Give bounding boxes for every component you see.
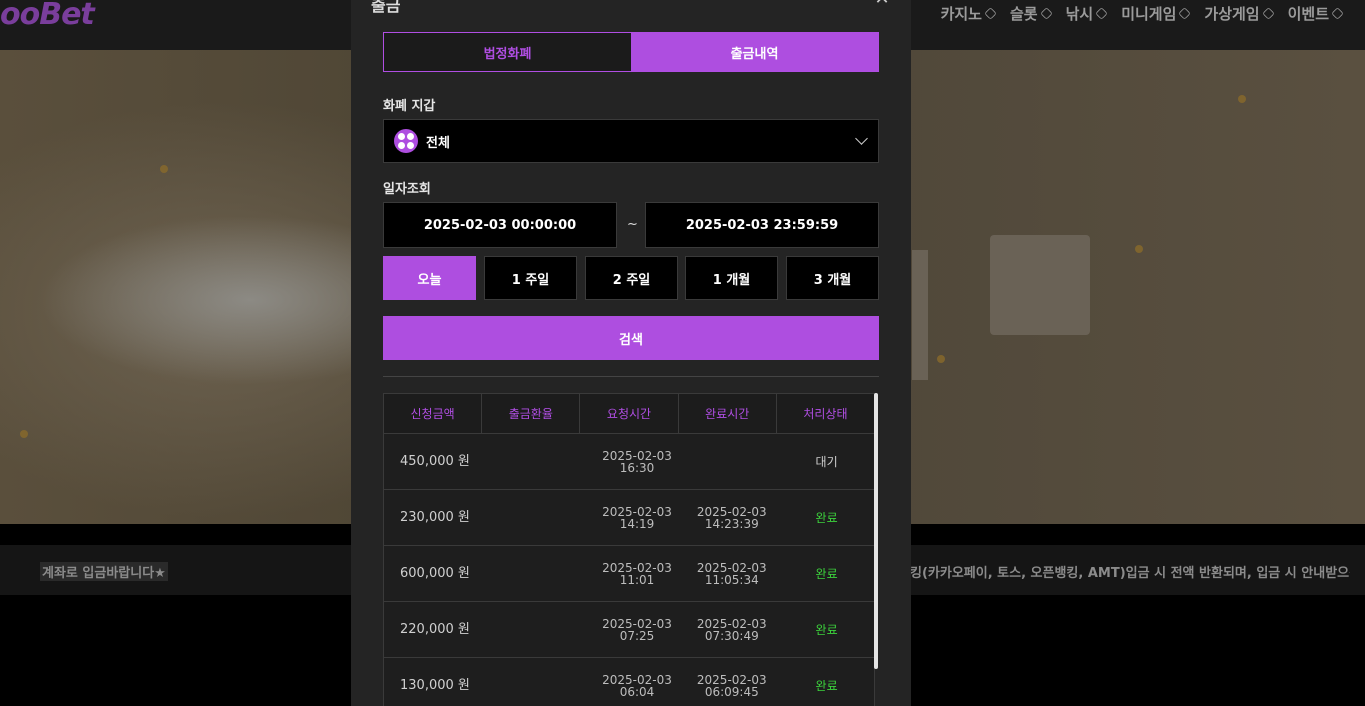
table-row: 230,000 원 2025-02-03 14:19 2025-02-03 14:2… — [384, 490, 874, 546]
status-cell: 완료 — [815, 566, 838, 581]
column-header: 완료시간 — [679, 394, 777, 433]
chevron-down-icon — [1331, 7, 1344, 20]
hero-sparkle — [160, 165, 168, 173]
status-cell: 완료 — [815, 622, 838, 637]
table-header: 신청금액 출금환율 요청시간 완료시간 처리상태 — [384, 394, 874, 434]
completed-time-cell: 2025-02-03 11:05:34 — [696, 560, 767, 587]
date-from-input[interactable]: 2025-02-03 00:00:00 — [383, 202, 617, 248]
chevron-down-icon — [1261, 7, 1275, 20]
date-separator: ~ — [627, 217, 638, 232]
site-logo[interactable]: ooBet — [0, 0, 95, 30]
nav-label: 미니게임 — [1121, 5, 1177, 23]
amount-cell: 450,000 원 — [400, 453, 470, 469]
requested-time-cell: 2025-02-03 11:01 — [602, 560, 672, 587]
chevron-down-icon — [855, 132, 868, 145]
hero-sparkle — [1135, 245, 1143, 253]
quick-1month-button[interactable]: 1 개월 — [685, 256, 778, 300]
completed-time-cell: 2025-02-03 07:30:49 — [696, 616, 767, 643]
nav-label: 낚시 — [1065, 5, 1094, 23]
table-row: 130,000 원 2025-02-03 06:04 2025-02-03 06:0… — [384, 658, 874, 706]
nav-item-minigame[interactable]: 미니게임 — [1121, 3, 1192, 24]
withdraw-history-table: 신청금액 출금환율 요청시간 완료시간 처리상태 450,000 원 2025-0… — [383, 393, 875, 706]
wallet-value: 전체 — [426, 135, 450, 151]
modal-title: 출금 — [371, 0, 401, 15]
nav-label: 가상게임 — [1204, 5, 1260, 23]
withdraw-tabs: 법정화폐 출금내역 — [383, 32, 879, 72]
quick-2week-button[interactable]: 2 주일 — [585, 256, 678, 300]
table-body: 450,000 원 2025-02-03 16:30 대기 230,000 원 2025… — [384, 434, 874, 706]
completed-time-cell — [684, 434, 779, 489]
nav-label: 이벤트 — [1287, 5, 1329, 23]
divider — [383, 376, 879, 377]
chevron-down-icon — [1095, 7, 1108, 20]
close-icon[interactable]: ✕ — [873, 0, 891, 8]
rate-cell — [495, 658, 590, 706]
rate-cell — [495, 434, 590, 489]
amount-cell: 600,000 원 — [400, 565, 470, 581]
quick-today-button[interactable]: 오늘 — [383, 256, 476, 300]
completed-time-cell: 2025-02-03 14:23:39 — [696, 504, 767, 531]
chevron-down-icon — [984, 7, 997, 20]
requested-time-cell: 2025-02-03 06:04 — [602, 672, 672, 699]
wallet-select[interactable]: 전체 — [383, 119, 879, 163]
requested-time-cell: 2025-02-03 16:30 — [602, 448, 672, 475]
nav-item-event[interactable]: 이벤트 — [1287, 3, 1344, 24]
amount-cell: 220,000 원 — [400, 621, 470, 637]
column-header: 처리상태 — [803, 407, 848, 421]
nav-item-slot[interactable]: 슬롯 — [1009, 3, 1053, 24]
rate-cell — [495, 546, 590, 601]
status-cell: 완료 — [815, 678, 838, 693]
table-scrollbar[interactable] — [874, 393, 878, 669]
ticker-text: 킹(카카오페이, 토스, 오픈뱅킹, AMT)입금 시 전액 반환되며, 입금 … — [910, 566, 1350, 581]
quick-3month-button[interactable]: 3 개월 — [786, 256, 879, 300]
page: ooBet 카지노 슬롯 낚시 미니게임 가상게임 이벤트 계좌로 입금바랍니다… — [0, 0, 1365, 706]
rate-cell — [495, 490, 590, 545]
search-button[interactable]: 검색 — [383, 316, 879, 360]
hero-graphic — [912, 250, 928, 380]
table-row: 600,000 원 2025-02-03 11:01 2025-02-03 11:0… — [384, 546, 874, 602]
ticker-text: 계좌로 입금바랍니다★ — [40, 562, 168, 581]
rate-cell — [495, 602, 590, 657]
hero-sparkle — [20, 430, 28, 438]
requested-time-cell: 2025-02-03 14:19 — [602, 504, 672, 531]
nav-item-fishing[interactable]: 낚시 — [1066, 3, 1108, 24]
hero-sparkle — [1238, 95, 1246, 103]
withdraw-modal: 출금 ✕ 법정화폐 출금내역 화폐 지갑 전체 일자조회 2025-02-03 … — [351, 0, 911, 706]
hero-graphic — [990, 235, 1090, 335]
nav-item-casino[interactable]: 카지노 — [940, 3, 997, 24]
wallet-label: 화폐 지갑 — [383, 99, 436, 114]
quick-1week-button[interactable]: 1 주일 — [484, 256, 577, 300]
column-header: 출금환율 — [482, 394, 581, 433]
date-label: 일자조회 — [383, 182, 431, 197]
chevron-down-icon — [1178, 7, 1192, 20]
amount-cell: 230,000 원 — [400, 509, 470, 525]
completed-time-cell: 2025-02-03 06:09:45 — [696, 672, 767, 699]
requested-time-cell: 2025-02-03 07:25 — [602, 616, 672, 643]
column-header: 신청금액 — [384, 394, 483, 433]
tab-withdraw-history[interactable]: 출금내역 — [631, 33, 878, 71]
table-row: 450,000 원 2025-02-03 16:30 대기 — [384, 434, 874, 490]
table-row: 220,000 원 2025-02-03 07:25 2025-02-03 07:3… — [384, 602, 874, 658]
nav-label: 카지노 — [940, 5, 982, 23]
column-header: 요청시간 — [580, 394, 679, 433]
site-nav: 카지노 슬롯 낚시 미니게임 가상게임 이벤트 — [940, 3, 1344, 24]
chevron-down-icon — [1039, 7, 1053, 20]
wallet-icon — [394, 129, 418, 153]
status-cell: 대기 — [815, 454, 838, 469]
nav-label: 슬롯 — [1009, 5, 1038, 23]
date-to-input[interactable]: 2025-02-03 23:59:59 — [645, 202, 879, 248]
hero-sparkle — [937, 355, 945, 363]
nav-item-virtual[interactable]: 가상게임 — [1204, 3, 1275, 24]
status-cell: 완료 — [815, 510, 838, 525]
tab-fiat[interactable]: 법정화폐 — [384, 33, 631, 71]
amount-cell: 130,000 원 — [400, 677, 470, 693]
